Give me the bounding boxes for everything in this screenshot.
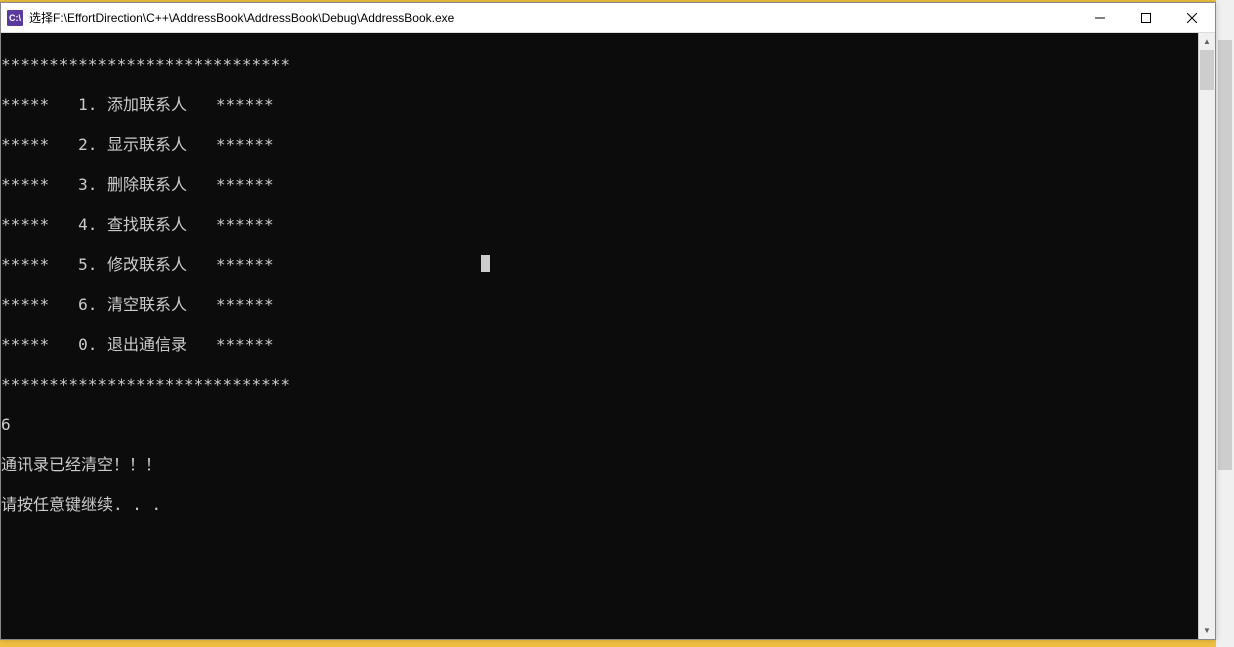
menu-border-bottom: ****************************** (1, 375, 1198, 395)
scroll-up-arrow[interactable]: ▲ (1199, 33, 1215, 50)
continue-prompt: 请按任意键继续. . . (1, 495, 1198, 515)
menu-border-top: ****************************** (1, 55, 1198, 75)
console-output[interactable]: ****************************** ***** 1. … (1, 33, 1198, 639)
scroll-down-arrow[interactable]: ▼ (1199, 622, 1215, 639)
menu-item-0: ***** 0. 退出通信录 ****** (1, 335, 1198, 355)
user-input: 6 (1, 415, 1198, 435)
scrollbar-thumb[interactable] (1200, 50, 1214, 90)
maximize-button[interactable] (1123, 3, 1169, 32)
titlebar[interactable]: C:\ 选择F:\EffortDirection\C++\AddressBook… (1, 3, 1215, 33)
minimize-icon (1095, 13, 1105, 23)
background-scrollbar-thumb (1218, 40, 1232, 470)
window-controls (1077, 3, 1215, 32)
background-scrollbar (1216, 0, 1234, 647)
app-icon: C:\ (7, 10, 23, 26)
menu-item-5: ***** 5. 修改联系人 ****** (1, 255, 1198, 275)
menu-item-6: ***** 6. 清空联系人 ****** (1, 295, 1198, 315)
close-button[interactable] (1169, 3, 1215, 32)
vertical-scrollbar[interactable]: ▲ ▼ (1198, 33, 1215, 639)
minimize-button[interactable] (1077, 3, 1123, 32)
console-area: ****************************** ***** 1. … (1, 33, 1215, 639)
console-window: C:\ 选择F:\EffortDirection\C++\AddressBook… (0, 2, 1216, 640)
maximize-icon (1141, 13, 1151, 23)
window-title: 选择F:\EffortDirection\C++\AddressBook\Add… (29, 9, 1077, 26)
menu-item-1: ***** 1. 添加联系人 ****** (1, 95, 1198, 115)
menu-item-3: ***** 3. 删除联系人 ****** (1, 175, 1198, 195)
clear-message: 通讯录已经清空！！！ (1, 455, 1198, 475)
menu-item-2: ***** 2. 显示联系人 ****** (1, 135, 1198, 155)
close-icon (1187, 13, 1197, 23)
text-cursor (481, 255, 490, 272)
menu-item-4: ***** 4. 查找联系人 ****** (1, 215, 1198, 235)
